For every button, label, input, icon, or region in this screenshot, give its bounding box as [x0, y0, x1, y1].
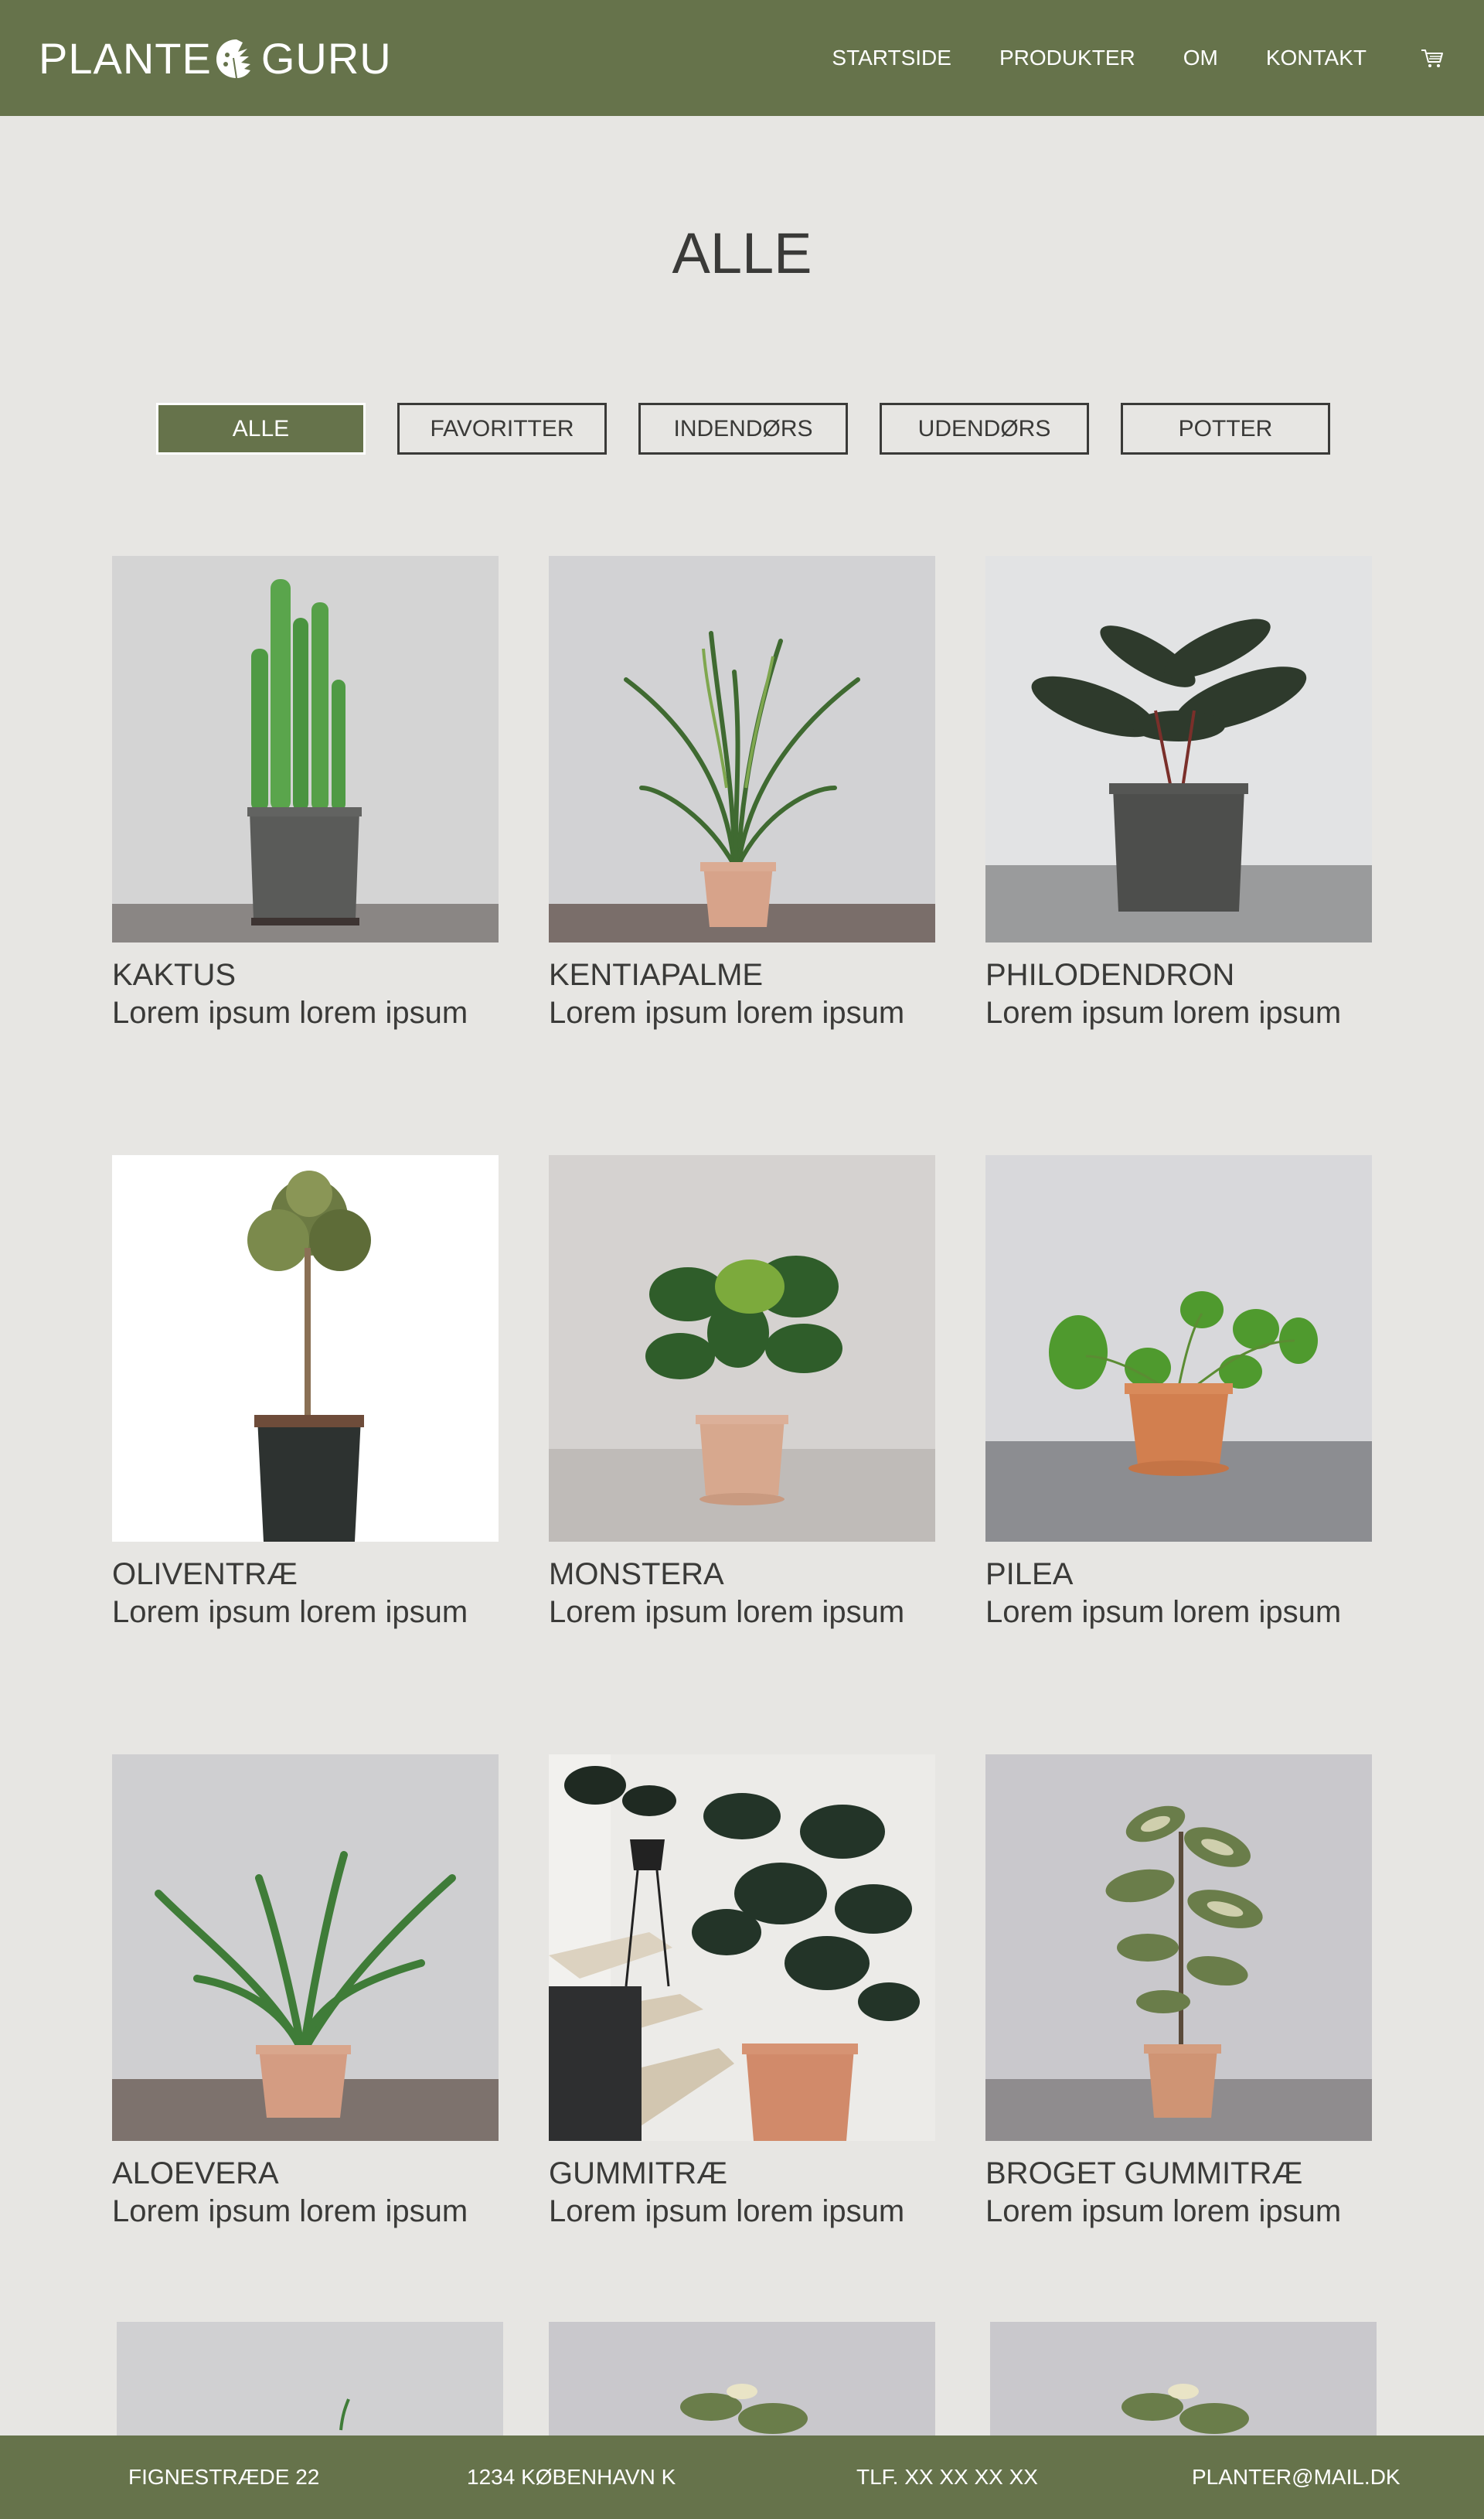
logo[interactable]: PLANTE GURU: [39, 33, 392, 84]
product-image-aloevera[interactable]: [112, 1754, 499, 2141]
product-desc: Lorem ipsum lorem ipsum: [985, 2194, 1342, 2228]
cart-icon[interactable]: [1419, 45, 1445, 71]
product-image-broget-gummitrae[interactable]: [985, 1754, 1372, 2141]
product-name: KENTIAPALME: [549, 958, 764, 992]
product-image-pilea[interactable]: [985, 1155, 1372, 1542]
product-image-oliventrae[interactable]: [112, 1155, 499, 1542]
product-card[interactable]: BROGET GUMMITRÆ Lorem ipsum lorem ipsum: [985, 1754, 1372, 2229]
product-card[interactable]: PILEA Lorem ipsum lorem ipsum: [985, 1155, 1372, 1630]
product-image-gummitrae[interactable]: [549, 1754, 935, 2141]
product-card-partial[interactable]: [549, 2322, 935, 2435]
product-desc: Lorem ipsum lorem ipsum: [112, 1595, 468, 1629]
page-title: ALLE: [672, 221, 812, 285]
product-desc: Lorem ipsum lorem ipsum: [549, 2194, 905, 2228]
product-card[interactable]: ALOEVERA Lorem ipsum lorem ipsum: [112, 1754, 499, 2229]
product-image-partial[interactable]: [549, 2322, 935, 2435]
logo-text-left: PLANTE: [39, 33, 212, 83]
footer-email[interactable]: PLANTER@MAIL.DK: [1192, 2465, 1401, 2490]
product-image-kaktus[interactable]: [112, 556, 499, 942]
product-name: KAKTUS: [112, 958, 237, 992]
nav-om[interactable]: OM: [1183, 46, 1218, 70]
filter-favoritter[interactable]: FAVORITTER: [397, 403, 607, 455]
footer-city: 1234 KØBENHAVN K: [467, 2465, 676, 2489]
product-desc: Lorem ipsum lorem ipsum: [985, 1595, 1342, 1629]
product-image-philodendron[interactable]: [985, 556, 1372, 942]
product-desc: Lorem ipsum lorem ipsum: [985, 996, 1342, 1030]
product-desc: Lorem ipsum lorem ipsum: [112, 996, 468, 1030]
product-name: PHILODENDRON: [985, 958, 1235, 992]
logo-text-right: GURU: [260, 33, 392, 83]
product-card[interactable]: PHILODENDRON Lorem ipsum lorem ipsum: [985, 556, 1372, 1031]
product-desc: Lorem ipsum lorem ipsum: [549, 1595, 905, 1629]
product-image-partial[interactable]: [990, 2322, 1377, 2435]
product-card-partial[interactable]: [990, 2322, 1377, 2435]
product-card[interactable]: MONSTERA Lorem ipsum lorem ipsum: [549, 1155, 935, 1630]
product-card-partial[interactable]: [117, 2322, 503, 2435]
product-card[interactable]: GUMMITRÆ Lorem ipsum lorem ipsum: [549, 1754, 935, 2229]
nav-kontakt[interactable]: KONTAKT: [1266, 46, 1367, 70]
footer-address: FIGNESTRÆDE 22: [128, 2465, 320, 2489]
filter-bar: ALLE FAVORITTER INDENDØRS UDENDØRS POTTE…: [156, 403, 1362, 455]
product-name: ALOEVERA: [112, 2156, 279, 2190]
product-card[interactable]: KENTIAPALME Lorem ipsum lorem ipsum: [549, 556, 935, 1031]
product-name: MONSTERA: [549, 1557, 724, 1591]
product-desc: Lorem ipsum lorem ipsum: [112, 2194, 468, 2228]
nav-produkter[interactable]: PRODUKTER: [999, 46, 1135, 70]
product-card[interactable]: OLIVENTRÆ Lorem ipsum lorem ipsum: [112, 1155, 499, 1630]
product-image-kentiapalme[interactable]: [549, 556, 935, 942]
site-footer: FIGNESTRÆDE 22 1234 KØBENHAVN K TLF. XX …: [0, 2435, 1484, 2519]
filter-udendors[interactable]: UDENDØRS: [880, 403, 1089, 455]
product-name: PILEA: [985, 1557, 1074, 1591]
filter-alle[interactable]: ALLE: [156, 403, 366, 455]
monstera-leaf-icon: [216, 39, 250, 79]
product-card[interactable]: KAKTUS Lorem ipsum lorem ipsum: [112, 556, 499, 1031]
filter-potter[interactable]: POTTER: [1121, 403, 1330, 455]
product-image-partial[interactable]: [117, 2322, 503, 2435]
site-header: PLANTE GURU STARTSIDE PRODUKTER OM KONTA…: [0, 0, 1484, 116]
product-desc: Lorem ipsum lorem ipsum: [549, 996, 905, 1030]
product-name: OLIVENTRÆ: [112, 1557, 298, 1591]
product-name: GUMMITRÆ: [549, 2156, 728, 2190]
nav-startside[interactable]: STARTSIDE: [832, 46, 951, 70]
product-image-monstera[interactable]: [549, 1155, 935, 1542]
filter-indendors[interactable]: INDENDØRS: [638, 403, 848, 455]
main-nav: STARTSIDE PRODUKTER OM KONTAKT: [784, 45, 1445, 71]
product-name: BROGET GUMMITRÆ: [985, 2156, 1303, 2190]
footer-phone[interactable]: TLF. XX XX XX XX: [856, 2465, 1038, 2490]
